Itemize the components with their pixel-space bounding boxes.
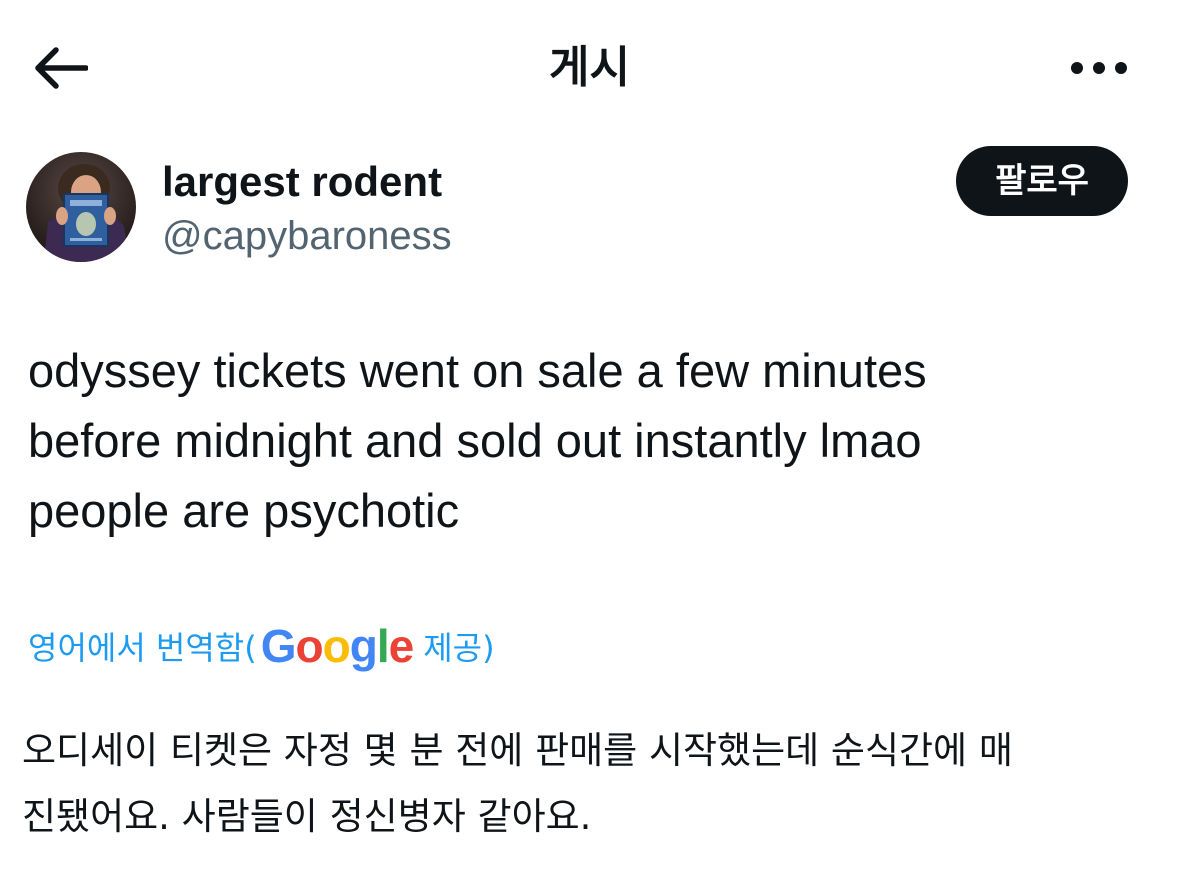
more-options-button[interactable] (1059, 38, 1139, 98)
user-handle[interactable]: @capybaroness (162, 210, 452, 262)
avatar-image (26, 152, 136, 262)
google-logo-letter: o (322, 620, 351, 672)
more-horizontal-icon (1071, 62, 1127, 74)
top-bar: 게시 (0, 0, 1179, 130)
page-title: 게시 (549, 42, 630, 93)
google-logo-letter: g (349, 620, 378, 672)
translation-provider-suffix: 제공) (423, 629, 495, 667)
google-logo: Google (260, 618, 415, 674)
tweet-text: odyssey tickets went on sale a few minut… (28, 344, 927, 537)
follow-button[interactable]: 팔로우 (956, 146, 1128, 216)
tweet-author: largest rodent @capybaroness 팔로우 (26, 146, 1156, 264)
translation-label: 영어에서 번역함( (28, 629, 257, 667)
translated-tweet-text: 오디세이 티켓은 자정 몇 분 전에 판매를 시작했는데 순식간에 매 진됐어요… (22, 729, 1013, 838)
google-logo-letter: G (260, 620, 297, 672)
google-logo-letter: e (388, 620, 415, 672)
google-logo-letter: l (376, 620, 390, 672)
avatar[interactable] (26, 152, 136, 262)
translation-attribution[interactable]: 영어에서 번역함( Google 제공) (28, 618, 495, 674)
display-name[interactable]: largest rodent (162, 156, 442, 208)
google-logo-letter: o (295, 620, 324, 672)
